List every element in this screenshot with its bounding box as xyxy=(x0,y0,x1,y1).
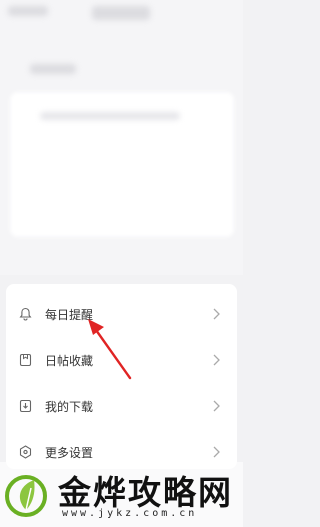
blurred-header-title xyxy=(92,6,150,20)
chevron-right-icon xyxy=(211,307,221,321)
menu-item-label: 我的下载 xyxy=(45,399,94,414)
blurred-content-area xyxy=(0,0,243,275)
chevron-right-icon xyxy=(211,353,221,367)
menu-item-label: 每日提醒 xyxy=(45,307,94,322)
menu-item-daily-favorites[interactable]: 日帖收藏 xyxy=(6,337,237,383)
bell-icon xyxy=(18,307,32,321)
download-icon xyxy=(18,399,32,413)
chevron-right-icon xyxy=(211,445,221,459)
menu-item-daily-reminder[interactable]: 每日提醒 xyxy=(6,291,237,337)
settings-icon xyxy=(18,445,32,459)
watermark-title: 金烨攻略网 xyxy=(58,473,233,512)
menu-item-label: 日帖收藏 xyxy=(45,353,94,368)
menu-item-my-downloads[interactable]: 我的下载 xyxy=(6,383,237,429)
settings-menu-card: 每日提醒 日帖收藏 我的下载 更多设置 xyxy=(6,284,237,469)
blurred-header-left xyxy=(8,6,48,16)
chevron-right-icon xyxy=(211,399,221,413)
watermark-url: www.jykz.com.cn xyxy=(62,508,198,519)
menu-item-label: 更多设置 xyxy=(45,445,94,460)
blurred-card-line xyxy=(40,112,180,120)
leaf-logo-icon xyxy=(5,475,47,517)
blurred-section-title xyxy=(30,64,76,74)
bookmark-icon xyxy=(18,353,32,367)
